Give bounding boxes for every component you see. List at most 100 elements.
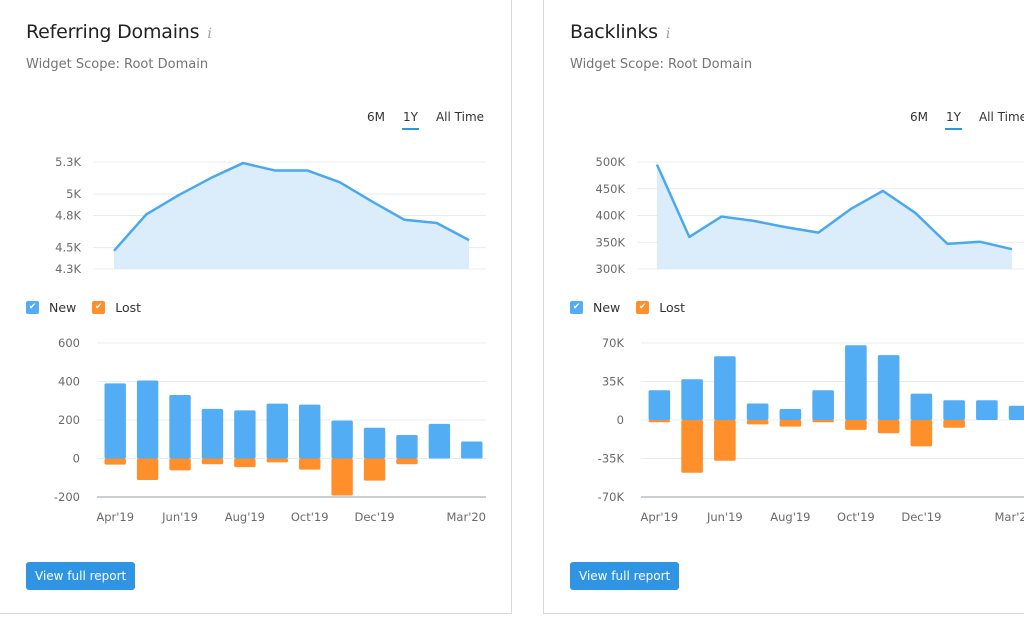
tab-6m[interactable]: 6M — [367, 110, 385, 130]
area-fill — [657, 164, 1012, 269]
bar-lost — [234, 458, 256, 468]
referring-domains-widget: Referring Domains i Widget Scope: Root Do… — [0, 0, 512, 614]
tab-1y[interactable]: 1Y — [402, 110, 419, 130]
tab-1y[interactable]: 1Y — [945, 110, 962, 130]
bar-lost — [714, 420, 736, 461]
bar-new — [976, 400, 998, 420]
widget-scope: Widget Scope: Root Domain — [570, 57, 753, 72]
view-full-report-button[interactable]: View full report — [26, 562, 136, 590]
tab-all-time[interactable]: All Time — [436, 110, 484, 130]
x-tick-label: Oct'19 — [837, 510, 875, 524]
widget-title: Referring Domains i — [26, 21, 212, 43]
y-tick-label: -200 — [54, 490, 80, 504]
bar-new — [1008, 405, 1024, 420]
bar-lost — [648, 420, 671, 423]
legend-label: Lost — [115, 300, 142, 315]
view-full-report-button[interactable]: View full report — [570, 562, 680, 590]
backlinks-new-lost-chart: -70K -35K 0 35K 70K Apr'19 Jun'19 Aug'19 Oct'19 D… — [598, 336, 1024, 524]
bar-new — [648, 390, 671, 420]
bar-new — [779, 409, 802, 420]
bar-lost — [201, 458, 224, 465]
chart-legend: ✔ New ✔ Lost — [570, 300, 685, 315]
x-tick-label: Mar'20 — [447, 510, 487, 524]
info-icon[interactable]: i — [207, 26, 211, 42]
y-tick-label: 300K — [596, 262, 626, 276]
bar-new — [396, 435, 418, 459]
bar-lost — [943, 420, 965, 428]
bar-lost — [746, 420, 769, 425]
bar-lost — [812, 420, 834, 423]
area-fill — [114, 163, 469, 269]
referring-domains-trend-chart: 4.3K 4.5K 4.8K 5K 5.3K — [55, 155, 486, 276]
bar-new — [461, 441, 483, 459]
y-tick-label: -35K — [598, 452, 625, 466]
bar-new — [234, 410, 256, 459]
chart-legend: ✔ New ✔ Lost — [26, 300, 141, 315]
y-tick-label: -70K — [598, 490, 625, 504]
bar-new — [714, 356, 736, 420]
bar-lost — [299, 458, 321, 470]
y-tick-label: 5.3K — [55, 155, 81, 169]
bar-new — [943, 400, 965, 420]
y-tick-label: 350K — [596, 235, 626, 249]
x-tick-label: Oct'19 — [291, 510, 329, 524]
bar-new — [812, 390, 834, 420]
y-tick-label: 70K — [602, 336, 625, 350]
bar-new — [845, 345, 867, 420]
bar-lost — [363, 458, 386, 481]
bar-new — [910, 393, 933, 420]
bar-new — [331, 420, 353, 459]
legend-label: New — [593, 300, 621, 315]
bar-new — [201, 408, 224, 459]
bar-new — [136, 380, 159, 459]
x-tick-label: Dec'19 — [355, 510, 395, 524]
x-tick-label: Dec'19 — [901, 510, 941, 524]
legend-new[interactable]: ✔ New — [26, 300, 76, 315]
x-tick-label: Aug'19 — [770, 510, 810, 524]
x-tick-label: Apr'19 — [96, 510, 134, 524]
y-tick-label: 5K — [66, 187, 81, 201]
widget-title-text: Referring Domains — [26, 21, 200, 43]
y-tick-label: 0 — [73, 452, 80, 466]
checkbox-checked-icon[interactable]: ✔ — [92, 301, 106, 314]
y-tick-label: 500K — [596, 155, 626, 169]
y-tick-label: 4.5K — [55, 241, 81, 255]
widget-scope: Widget Scope: Root Domain — [26, 57, 209, 72]
y-tick-label: 600 — [58, 336, 80, 350]
y-tick-label: 4.3K — [55, 262, 81, 276]
info-icon[interactable]: i — [666, 26, 670, 42]
bar-new — [299, 404, 321, 459]
bar-lost — [266, 458, 288, 463]
bar-lost — [169, 458, 191, 471]
widget-title: Backlinks i — [570, 21, 670, 43]
bar-lost — [845, 420, 867, 430]
legend-new[interactable]: ✔ New — [570, 300, 620, 315]
x-tick-label: Aug'19 — [225, 510, 265, 524]
tab-all-time[interactable]: All Time — [979, 110, 1024, 130]
y-tick-label: 0 — [617, 413, 624, 427]
x-tick-label: Apr'19 — [641, 510, 679, 524]
bar-lost — [136, 458, 159, 481]
backlinks-trend-chart: 300K 350K 400K 450K 500K — [596, 155, 1024, 276]
period-tabs: 6M 1Y All Time — [910, 110, 1024, 130]
tab-6m[interactable]: 6M — [910, 110, 928, 130]
bar-lost — [877, 420, 900, 434]
legend-lost[interactable]: ✔ Lost — [92, 300, 141, 315]
bar-lost — [331, 458, 353, 496]
bar-new — [681, 379, 703, 420]
period-tabs: 6M 1Y All Time — [367, 110, 484, 130]
y-tick-label: 200 — [58, 413, 80, 427]
y-tick-label: 400K — [596, 209, 626, 223]
checkbox-checked-icon[interactable]: ✔ — [636, 301, 650, 314]
referring-domains-new-lost-chart: -200 0 200 400 600 Apr'19 Jun'19 Aug'19 Oct'19 De… — [54, 336, 487, 524]
y-tick-label: 35K — [602, 375, 625, 389]
x-tick-label: Mar'20 — [995, 510, 1024, 524]
bar-new — [169, 394, 191, 459]
bar-new — [877, 355, 900, 420]
legend-lost[interactable]: ✔ Lost — [636, 300, 685, 315]
bar-lost — [396, 458, 418, 465]
checkbox-checked-icon[interactable]: ✔ — [26, 301, 39, 314]
bar-lost — [104, 458, 126, 465]
y-tick-label: 450K — [596, 182, 626, 196]
checkbox-checked-icon[interactable]: ✔ — [570, 301, 583, 314]
